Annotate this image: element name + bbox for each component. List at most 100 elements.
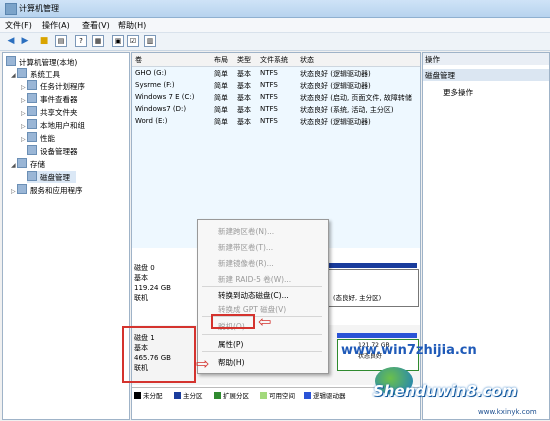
volume-status: 状态良好 (启动, 页面文件, 故障转储 — [300, 94, 412, 102]
menu-new-raid5[interactable]: 新建 RAID-5 卷(W)... — [218, 274, 291, 285]
properties-icon[interactable]: ▦ — [92, 35, 104, 47]
volume-status: 状态良好 (逻辑驱动器) — [300, 82, 371, 90]
tree-storage[interactable]: ◢ 存储 — [11, 158, 45, 170]
menu-convert-dynamic[interactable]: 转换到动态磁盘(C)... — [218, 290, 289, 301]
logical-swatch — [304, 392, 311, 399]
tree-event-viewer[interactable]: ▷ 事件查看器 — [21, 93, 78, 105]
arrow-right-icon: ⇨ — [196, 354, 210, 373]
menu-help[interactable]: 帮助(H) — [118, 20, 146, 31]
disk-0-partition[interactable]: (态良好, 主分区) — [327, 269, 419, 307]
menu-help[interactable]: 帮助(H) — [218, 357, 245, 368]
show-tree-icon[interactable]: ▤ — [55, 35, 67, 47]
folder-icon — [27, 106, 37, 116]
tree-task-scheduler[interactable]: ▷ 任务计划程序 — [21, 80, 85, 92]
volume-name[interactable]: Sysrme (F:) — [135, 81, 213, 89]
checklist-icon[interactable]: ☑ — [127, 35, 139, 47]
extended-swatch — [214, 392, 221, 399]
free-swatch — [260, 392, 267, 399]
disk-0-label[interactable]: 磁盘 0 基本 119.24 GB 联机 — [134, 263, 194, 303]
legend-logical: 逻辑驱动器 — [304, 390, 346, 400]
view-icon[interactable]: ▥ — [144, 35, 156, 47]
volume-fs: NTFS — [260, 117, 278, 125]
actions-pane: 操作 磁盘管理 更多操作 — [422, 52, 550, 420]
help-icon[interactable]: ? — [75, 35, 87, 47]
primary-swatch — [174, 392, 181, 399]
tree-shared-folders[interactable]: ▷ 共享文件夹 — [21, 106, 78, 118]
volume-type: 基本 — [237, 70, 251, 78]
disk-0-status: 联机 — [134, 294, 148, 302]
watermark-brand: Shenduwin8.com — [373, 382, 518, 400]
storage-icon — [17, 158, 27, 168]
menu-action[interactable]: 操作(A) — [42, 20, 70, 31]
legend-free: 可用空间 — [260, 390, 295, 400]
menu-view[interactable]: 查看(V) — [82, 20, 110, 31]
volume-type: 基本 — [237, 118, 251, 126]
tools-icon — [17, 68, 27, 78]
menu-new-spanned[interactable]: 新建跨区卷(N)... — [218, 226, 274, 237]
clock-icon — [27, 80, 37, 90]
volume-status: 状态良好 (系统, 活动, 主分区) — [300, 106, 394, 114]
computer-management-window: 计算机管理 文件(F) 操作(A) 查看(V) 帮助(H) ◀ ▶ ■ ▤ ? … — [0, 0, 550, 421]
more-actions-link[interactable]: 更多操作 — [443, 87, 473, 98]
toolbar: ◀ ▶ ■ ▤ ? ▦ ▣ ☑ ▥ — [0, 33, 550, 51]
title-bar: 计算机管理 — [0, 0, 550, 18]
forward-icon[interactable]: ▶ — [19, 35, 31, 47]
volume-name[interactable]: GHO (G:) — [135, 69, 213, 77]
menu-separator — [202, 334, 322, 335]
volume-status: 状态良好 (逻辑驱动器) — [300, 118, 371, 126]
computer-icon — [6, 56, 16, 66]
tree-local-users[interactable]: ▷ 本地用户和组 — [21, 119, 85, 131]
up-folder-icon[interactable]: ■ — [38, 35, 50, 47]
menu-properties[interactable]: 属性(P) — [218, 339, 243, 350]
window-title: 计算机管理 — [19, 4, 59, 13]
menu-bar: 文件(F) 操作(A) 查看(V) 帮助(H) — [0, 18, 550, 33]
unallocated-swatch — [134, 392, 141, 399]
col-volume[interactable]: 卷 — [135, 55, 142, 65]
legend-extended: 扩展分区 — [214, 390, 249, 400]
tree-device-manager[interactable]: 设备管理器 — [27, 145, 78, 157]
export-icon[interactable]: ▣ — [112, 35, 124, 47]
volume-fs: NTFS — [260, 69, 278, 77]
volume-name[interactable]: Windows7 (D:) — [135, 105, 213, 113]
volume-layout: 简单 — [214, 106, 228, 114]
legend-unallocated: 未分配 — [134, 390, 163, 400]
col-status[interactable]: 状态 — [300, 55, 314, 65]
legend-primary: 主分区 — [174, 390, 203, 400]
partition-bar — [337, 333, 417, 338]
services-icon — [17, 184, 27, 194]
tree-services-apps[interactable]: ▷ 服务和应用程序 — [11, 184, 83, 196]
volume-list-header: 卷 布局 类型 文件系统 状态 — [132, 53, 420, 67]
navigation-tree: 计算机管理(本地) ◢ 系统工具 ▷ 任务计划程序 ▷ 事件查看器 ▷ 共享文件夹 ▷ 本… — [2, 52, 130, 420]
menu-new-striped[interactable]: 新建带区卷(T)... — [218, 242, 273, 253]
volume-layout: 简单 — [214, 70, 228, 78]
menu-file[interactable]: 文件(F) — [5, 20, 32, 31]
tree-system-tools[interactable]: ◢ 系统工具 — [11, 68, 60, 80]
disk-0-size: 119.24 GB — [134, 284, 171, 292]
actions-header: 操作 — [423, 53, 549, 65]
volume-name[interactable]: Windows 7 E (C:) — [135, 93, 213, 101]
col-filesystem[interactable]: 文件系统 — [260, 55, 288, 65]
volume-name[interactable]: Word (E:) — [135, 117, 213, 125]
actions-disk-management[interactable]: 磁盘管理 — [423, 69, 549, 81]
volume-type: 基本 — [237, 94, 251, 102]
col-layout[interactable]: 布局 — [214, 55, 228, 65]
disk-0-name: 磁盘 0 — [134, 264, 155, 272]
tree-root[interactable]: 计算机管理(本地) — [6, 56, 77, 68]
menu-new-mirrored[interactable]: 新建镜像卷(R)... — [218, 258, 274, 269]
volume-fs: NTFS — [260, 81, 278, 89]
device-icon — [27, 145, 37, 155]
offline-highlight-box — [211, 314, 255, 329]
volume-layout: 简单 — [214, 82, 228, 90]
volume-fs: NTFS — [260, 105, 278, 113]
tree-disk-management[interactable]: 磁盘管理 — [27, 171, 76, 183]
users-icon — [27, 119, 37, 129]
volume-layout: 简单 — [214, 118, 228, 126]
tree-performance[interactable]: ▷ 性能 — [21, 132, 55, 144]
col-type[interactable]: 类型 — [237, 55, 251, 65]
disk-1-highlight-box — [122, 326, 196, 383]
context-menu: 新建跨区卷(N)... 新建带区卷(T)... 新建镜像卷(R)... 新建 R… — [197, 219, 329, 374]
disk-0-type: 基本 — [134, 274, 148, 282]
back-icon[interactable]: ◀ — [5, 35, 17, 47]
volume-type: 基本 — [237, 106, 251, 114]
performance-icon — [27, 132, 37, 142]
